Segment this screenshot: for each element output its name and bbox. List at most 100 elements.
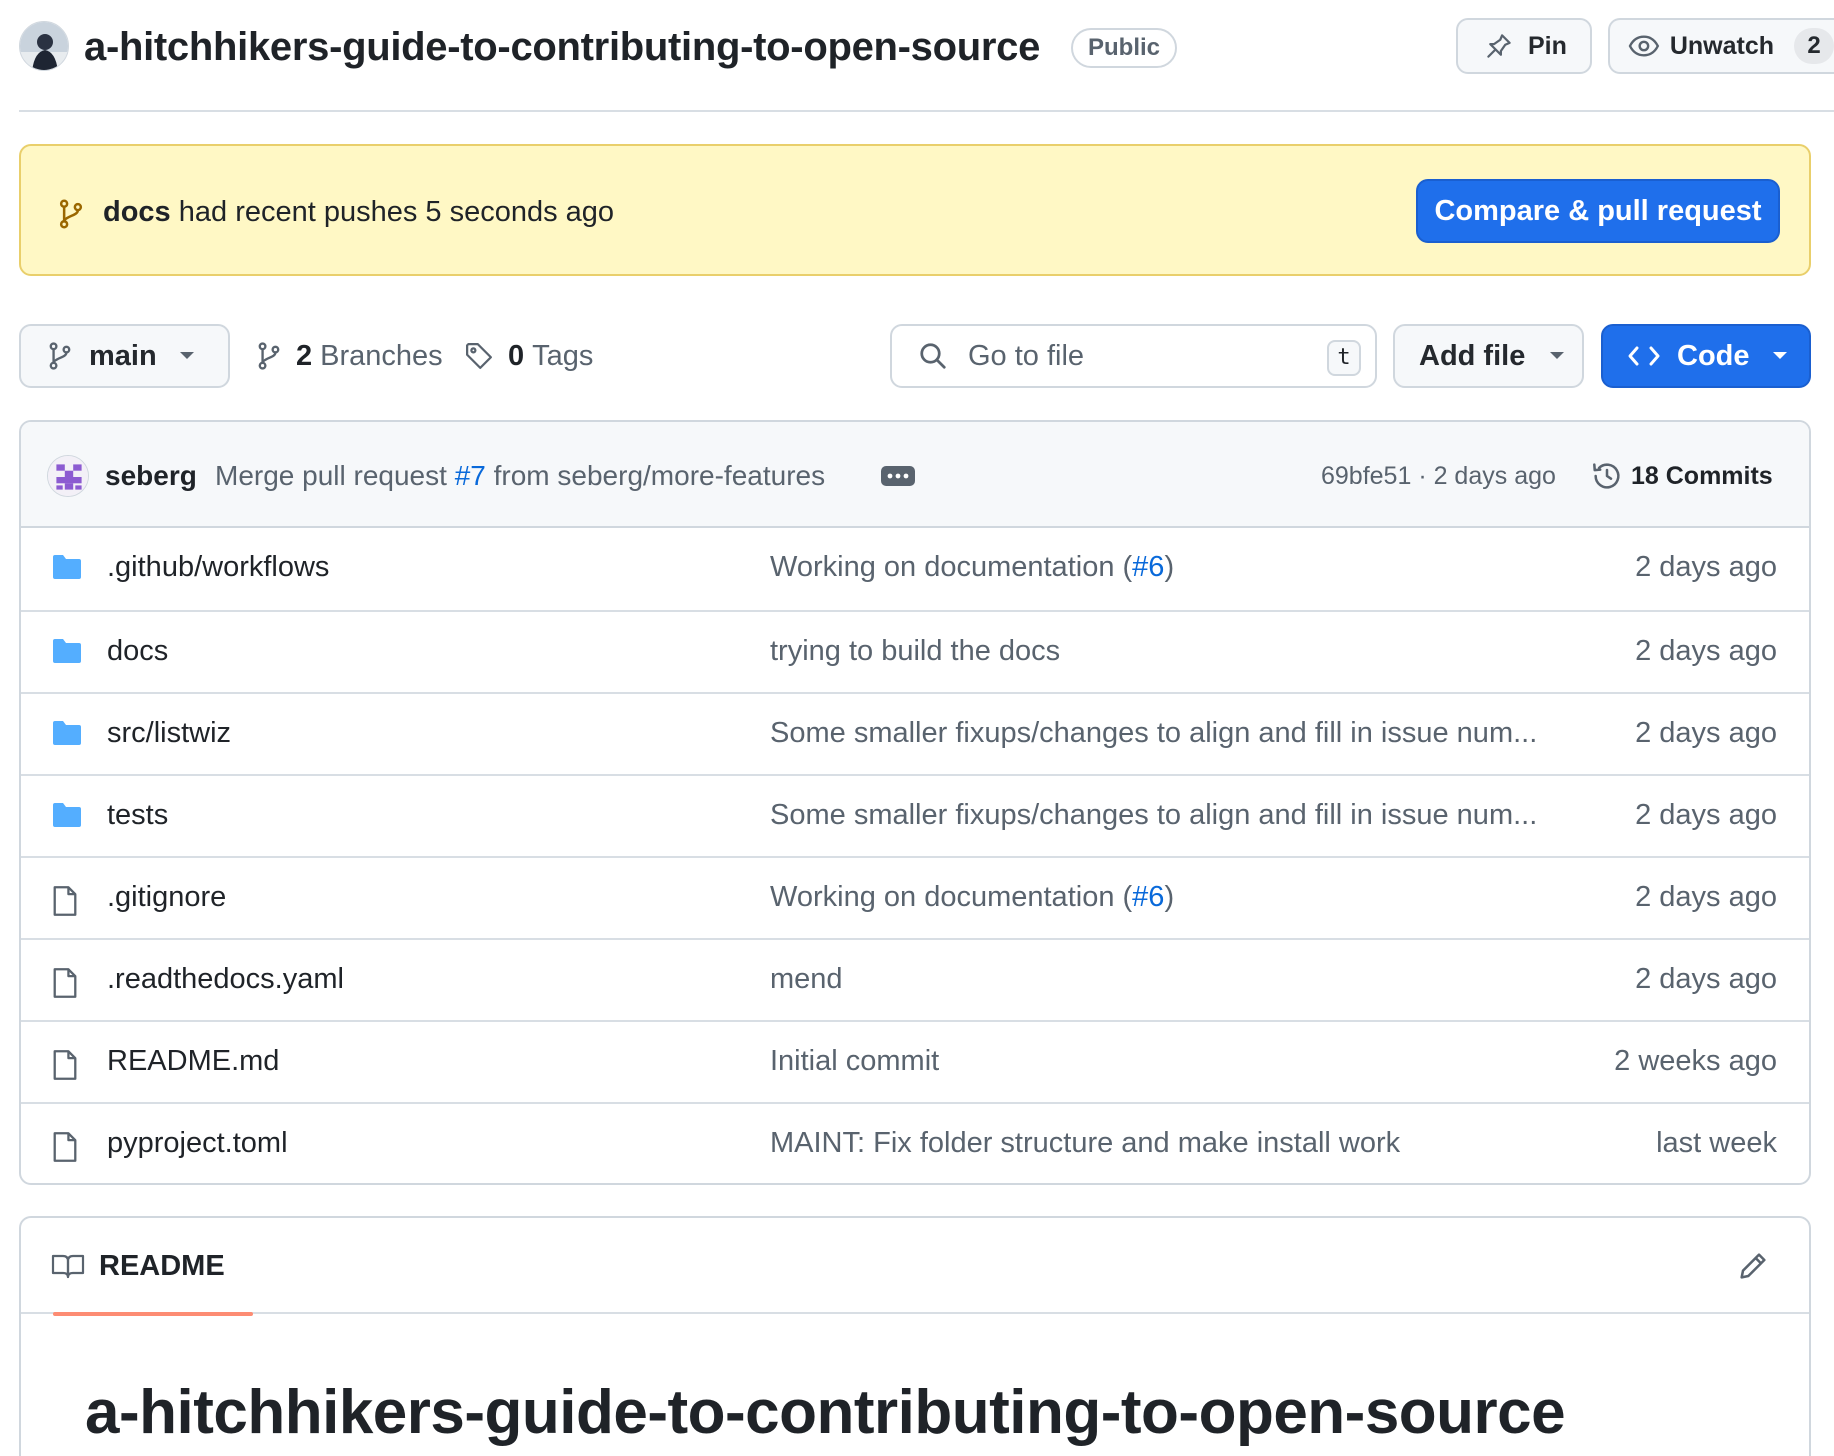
- branches-count: 2: [296, 339, 313, 372]
- file-name[interactable]: .github/workflows: [107, 549, 329, 585]
- file-commit-text-end: ): [1164, 551, 1175, 583]
- file-row[interactable]: README.md Initial commit 2 weeks ago: [21, 1020, 1809, 1102]
- folder-icon: [53, 721, 81, 745]
- add-file-label: Add file: [1419, 339, 1526, 372]
- file-icon: [53, 1132, 77, 1162]
- file-commit-date: 2 days ago: [1635, 799, 1777, 831]
- file-name[interactable]: src/listwiz: [107, 715, 231, 751]
- commit-message[interactable]: Merge pull request #7 from seberg/more-f…: [215, 458, 825, 494]
- keyboard-shortcut-hint: t: [1327, 340, 1361, 376]
- folder-icon-wrap: [51, 637, 83, 665]
- file-icon: [53, 886, 77, 916]
- file-commit-date: 2 weeks ago: [1614, 1045, 1777, 1077]
- folder-icon: [53, 555, 81, 579]
- file-table: seberg Merge pull request #7 from seberg…: [19, 420, 1811, 1185]
- file-commit-pr-link[interactable]: #6: [1132, 881, 1164, 913]
- commits-count-label: 18 Commits: [1631, 461, 1773, 490]
- branch-selector[interactable]: main: [19, 324, 230, 388]
- push-status-text: had recent pushes 5 seconds ago: [178, 196, 615, 228]
- file-commit-date: last week: [1656, 1127, 1777, 1159]
- file-commit-message[interactable]: Working on documentation (#6): [770, 549, 1174, 585]
- file-name[interactable]: tests: [107, 797, 168, 833]
- file-row[interactable]: .readthedocs.yaml mend 2 days ago: [21, 938, 1809, 1020]
- file-icon: [53, 1050, 77, 1080]
- commits-history-link[interactable]: 18 Commits: [1591, 452, 1773, 500]
- file-commit-pr-link[interactable]: #6: [1132, 551, 1164, 583]
- unwatch-button[interactable]: Unwatch 2: [1608, 18, 1834, 74]
- readme-heading: a-hitchhikers-guide-to-contributing-to-o…: [85, 1378, 1566, 1447]
- commit-author[interactable]: seberg: [105, 458, 197, 494]
- compare-pull-request-button[interactable]: Compare & pull request: [1416, 179, 1780, 243]
- file-name[interactable]: docs: [107, 633, 168, 669]
- caret-down-icon: [179, 352, 194, 359]
- owner-avatar[interactable]: [19, 21, 69, 71]
- folder-icon-wrap: [51, 801, 83, 829]
- file-row[interactable]: .github/workflows Working on documentatio…: [21, 528, 1809, 610]
- file-name[interactable]: .gitignore: [107, 879, 226, 915]
- file-icon-wrap: [51, 1131, 79, 1163]
- pushed-branch-name[interactable]: docs: [103, 196, 171, 228]
- file-commit-date: 2 days ago: [1635, 635, 1777, 667]
- folder-icon-wrap: [51, 719, 83, 747]
- tab-readme[interactable]: README: [37, 1218, 253, 1316]
- commit-hash-and-time[interactable]: 69bfe51 · 2 days ago: [1321, 458, 1556, 494]
- file-name[interactable]: pyproject.toml: [107, 1125, 288, 1161]
- folder-icon-wrap: [51, 553, 83, 581]
- file-row[interactable]: tests Some smaller fixups/changes to alig…: [21, 774, 1809, 856]
- file-name[interactable]: README.md: [107, 1043, 279, 1079]
- file-row[interactable]: pyproject.toml MAINT: Fix folder structur…: [21, 1102, 1809, 1183]
- file-icon-wrap: [51, 967, 79, 999]
- file-commit-text: Working on documentation (: [770, 881, 1133, 913]
- commit-message-prefix: Merge pull request: [215, 460, 447, 491]
- readme-tab-bar: README: [21, 1218, 1809, 1316]
- ellipsis-icon: [887, 473, 909, 479]
- go-to-file-input[interactable]: Go to file t: [890, 324, 1377, 388]
- commit-pr-link[interactable]: #7: [455, 460, 486, 491]
- folder-icon: [53, 639, 81, 663]
- book-icon: [51, 1254, 85, 1279]
- file-commit-message[interactable]: mend: [770, 961, 843, 997]
- pin-button[interactable]: Pin: [1456, 18, 1592, 74]
- eye-icon: [1628, 35, 1660, 57]
- code-button[interactable]: Code: [1601, 324, 1811, 388]
- edit-readme-button[interactable]: [1737, 1250, 1769, 1282]
- unwatch-label: Unwatch: [1669, 31, 1774, 60]
- caret-down-icon: [1550, 352, 1565, 359]
- file-row[interactable]: src/listwiz Some smaller fixups/changes t…: [21, 692, 1809, 774]
- file-commit-text: mend: [770, 963, 843, 995]
- current-branch-label: main: [89, 339, 157, 372]
- file-commit-message[interactable]: Some smaller fixups/changes to align and…: [770, 797, 1537, 833]
- file-icon-wrap: [51, 1049, 79, 1081]
- tag-icon: [466, 343, 492, 369]
- expand-commit-button[interactable]: [881, 466, 915, 486]
- tags-label: Tags: [532, 339, 594, 372]
- branches-link[interactable]: 2 Branches: [256, 324, 443, 388]
- pin-icon: [1487, 34, 1511, 58]
- file-commit-date: 2 days ago: [1635, 717, 1777, 749]
- repo-header: a-hitchhikers-guide-to-contributing-to-o…: [0, 0, 1834, 112]
- file-commit-message[interactable]: Some smaller fixups/changes to align and…: [770, 715, 1537, 751]
- file-commit-message[interactable]: Initial commit: [770, 1043, 939, 1079]
- file-row[interactable]: .gitignore Working on documentation (#6) 2…: [21, 856, 1809, 938]
- search-icon: [920, 343, 946, 369]
- readme-tab-label: README: [99, 1249, 225, 1282]
- file-commit-text: Initial commit: [770, 1045, 940, 1077]
- recent-push-banner: docs had recent pushes 5 seconds ago Com…: [19, 144, 1811, 276]
- file-commit-date: 2 days ago: [1635, 551, 1777, 583]
- push-message: docs had recent pushes 5 seconds ago: [103, 194, 614, 230]
- add-file-button[interactable]: Add file: [1393, 324, 1584, 388]
- file-icon: [53, 968, 77, 998]
- commit-author-avatar[interactable]: [47, 455, 89, 497]
- file-commit-message[interactable]: trying to build the docs: [770, 633, 1060, 669]
- file-commit-message[interactable]: MAINT: Fix folder structure and make ins…: [770, 1125, 1400, 1161]
- file-commit-text: Working on documentation (: [770, 551, 1133, 583]
- watch-count: 2: [1794, 28, 1834, 64]
- file-row[interactable]: docs trying to build the docs 2 days ago: [21, 610, 1809, 692]
- tags-link[interactable]: 0 Tags: [464, 324, 593, 388]
- file-name[interactable]: .readthedocs.yaml: [107, 961, 344, 997]
- folder-icon: [53, 803, 81, 827]
- file-commit-message[interactable]: Working on documentation (#6): [770, 879, 1174, 915]
- branches-label: Branches: [320, 339, 443, 372]
- file-commit-text: trying to build the docs: [770, 635, 1061, 667]
- repo-name[interactable]: a-hitchhikers-guide-to-contributing-to-o…: [84, 22, 1040, 72]
